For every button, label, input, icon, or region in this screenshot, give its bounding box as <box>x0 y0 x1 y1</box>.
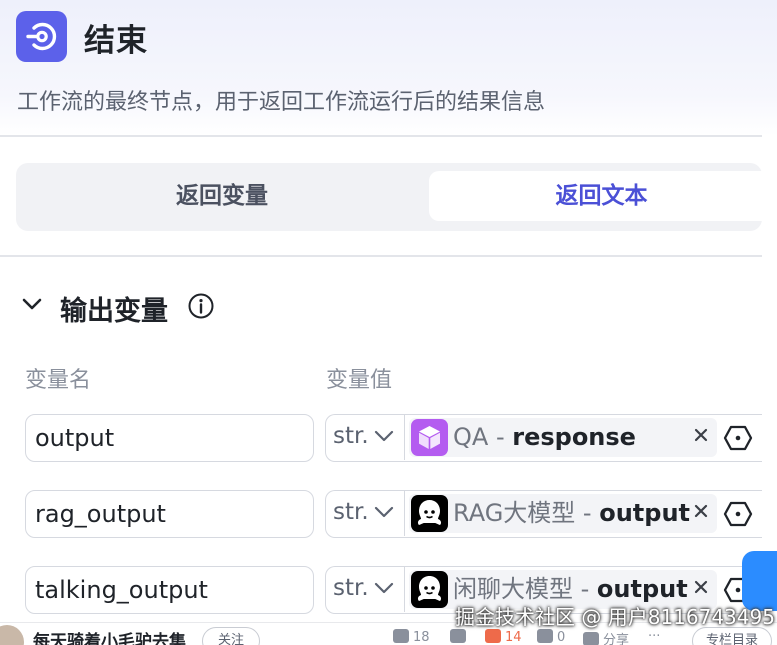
comment-button[interactable]: 0 <box>537 629 565 645</box>
type-select[interactable]: str. <box>326 491 405 536</box>
reference-node: RAG大模型 <box>453 499 576 527</box>
thumb-up-icon <box>393 629 409 643</box>
chevron-down-icon <box>374 430 394 442</box>
cube-icon <box>411 419 448 456</box>
watermark: 掘金技术社区 @ 用户8116743495 <box>455 605 775 629</box>
type-select[interactable]: str. <box>326 567 405 612</box>
variable-reference-chip[interactable]: QA - response <box>409 418 717 457</box>
end-node-icon <box>16 11 67 62</box>
more-button[interactable]: ··· <box>648 629 660 644</box>
reference-node: 闲聊大模型 <box>453 575 573 603</box>
chevron-down-icon <box>374 582 394 594</box>
column-header-name: 变量名 <box>25 368 92 393</box>
tab-return-text[interactable]: 返回文本 <box>429 171 774 221</box>
reference-text: RAG大模型 - output <box>453 494 690 533</box>
reference-separator: - <box>573 575 597 603</box>
section-divider <box>0 255 762 257</box>
share-icon <box>583 632 599 645</box>
type-label: str. <box>333 423 369 449</box>
share-button[interactable]: 分享 <box>583 629 629 645</box>
avatar[interactable] <box>0 625 24 645</box>
type-label: str. <box>333 575 369 601</box>
like-button[interactable]: 18 <box>393 629 430 645</box>
author-name[interactable]: 每天骑着小毛驴去集 <box>33 627 186 645</box>
variable-select-icon[interactable] <box>723 500 753 528</box>
comment-count: 0 <box>557 630 566 645</box>
llm-icon <box>411 495 448 532</box>
reference-variable: output <box>599 499 691 527</box>
info-icon[interactable] <box>187 292 215 324</box>
variable-name-input[interactable]: talking_output <box>25 566 314 614</box>
mode-tabs: 返回变量 返回文本 <box>16 163 774 231</box>
comment-icon <box>537 629 553 643</box>
share-label: 分享 <box>603 633 630 645</box>
reference-separator: - <box>575 499 600 527</box>
llm-icon <box>411 571 448 608</box>
clear-icon[interactable] <box>693 427 709 443</box>
variable-value-field: str. QA - response <box>325 414 762 462</box>
variable-name-input[interactable]: rag_output <box>25 490 314 538</box>
chevron-down-icon <box>374 506 394 518</box>
collapse-chevron-icon[interactable] <box>22 296 42 315</box>
thumb-down-icon <box>450 629 466 643</box>
variable-select-icon[interactable] <box>723 424 753 452</box>
node-description[interactable]: 工作流的最终节点，用于返回工作流运行后的结果信息 <box>17 84 545 116</box>
type-select[interactable]: str. <box>326 415 405 460</box>
dislike-button[interactable] <box>450 629 470 645</box>
clear-icon[interactable] <box>693 503 709 519</box>
variable-name-input[interactable]: output <box>25 414 314 462</box>
reference-text: QA - response <box>453 418 636 457</box>
column-header-value: 变量值 <box>326 368 393 393</box>
reference-node: QA <box>453 423 489 451</box>
reference-variable: response <box>512 423 636 451</box>
reference-separator: - <box>488 423 513 451</box>
star-button[interactable]: 14 <box>485 629 522 645</box>
node-title[interactable]: 结束 <box>84 15 148 60</box>
clear-icon[interactable] <box>693 579 709 595</box>
section-title: 输出变量 <box>60 296 168 327</box>
star-count: 14 <box>505 630 522 645</box>
type-label: str. <box>333 499 369 525</box>
variable-reference-chip[interactable]: RAG大模型 - output <box>409 494 717 533</box>
tab-return-variables[interactable]: 返回变量 <box>16 171 428 221</box>
star-icon <box>485 629 501 643</box>
reference-variable: output <box>596 575 688 603</box>
variable-value-field: str. RAG大模型 - output <box>325 490 762 538</box>
follow-button[interactable]: 关注 <box>202 627 260 645</box>
like-count: 18 <box>413 630 430 645</box>
header-divider <box>0 135 762 137</box>
